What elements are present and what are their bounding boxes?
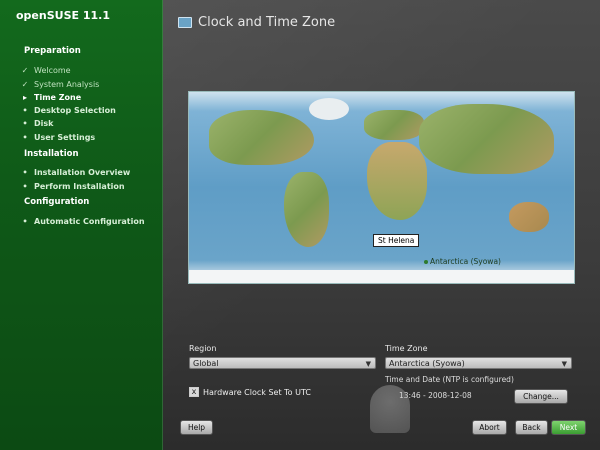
chevron-down-icon: ▼ (365, 360, 371, 368)
watermark-logo (370, 385, 410, 433)
step-label: System Analysis (34, 80, 100, 89)
current-datetime: 13:46 - 2008-12-08 (399, 391, 472, 400)
world-map[interactable] (188, 91, 575, 284)
time-date-status: Time and Date (NTP is configured) (385, 375, 514, 384)
selected-location-marker (424, 260, 428, 264)
bullet-icon: • (22, 119, 28, 128)
greenland-landmass (309, 98, 349, 120)
step-disk[interactable]: • Disk (20, 119, 53, 128)
abort-button[interactable]: Abort (472, 420, 507, 435)
europe-landmass (364, 110, 424, 140)
antarctica-landmass (189, 270, 574, 283)
asia-landmass (419, 104, 554, 174)
page-header: Clock and Time Zone (178, 15, 335, 30)
installer-sidebar: openSUSE 11.1 Preparation ✓ Welcome ✓ Sy… (0, 0, 163, 450)
step-label: Installation Overview (34, 168, 131, 177)
bullet-icon: • (22, 133, 28, 142)
africa-landmass (367, 142, 427, 220)
page-title: Clock and Time Zone (198, 15, 336, 30)
back-button[interactable]: Back (515, 420, 548, 435)
step-welcome[interactable]: ✓ Welcome (20, 66, 71, 75)
timezone-label: Time Zone (385, 344, 428, 353)
step-label: User Settings (34, 133, 96, 142)
section-preparation: Preparation (24, 46, 81, 56)
selected-location-label: Antarctica (Syowa) (430, 257, 501, 266)
change-datetime-button[interactable]: Change... (514, 389, 568, 404)
step-time-zone[interactable]: ▸ Time Zone (20, 93, 81, 102)
step-desktop-selection[interactable]: • Desktop Selection (20, 106, 116, 115)
bullet-icon: • (22, 217, 28, 226)
current-arrow-icon: ▸ (22, 93, 27, 102)
region-select[interactable]: Global ▼ (189, 357, 376, 369)
timezone-select[interactable]: Antarctica (Syowa) ▼ (385, 357, 572, 369)
section-configuration: Configuration (24, 197, 90, 207)
checkbox-box[interactable]: x (189, 387, 199, 397)
brand-title: openSUSE 11.1 (16, 9, 110, 22)
check-icon: ✓ (21, 80, 29, 89)
bullet-icon: • (22, 168, 28, 177)
north-america-landmass (209, 110, 314, 165)
section-installation: Installation (24, 149, 79, 159)
step-perform-installation[interactable]: • Perform Installation (20, 182, 125, 191)
step-system-analysis[interactable]: ✓ System Analysis (20, 80, 100, 89)
step-label: Perform Installation (34, 182, 125, 191)
australia-landmass (509, 202, 549, 232)
check-icon: ✓ (21, 66, 29, 75)
step-user-settings[interactable]: • User Settings (20, 133, 95, 142)
step-label: Welcome (34, 66, 71, 75)
bullet-icon: • (22, 182, 28, 191)
step-label: Time Zone (34, 93, 82, 102)
next-button[interactable]: Next (551, 420, 586, 435)
location-callout: St Helena (373, 234, 420, 247)
step-installation-overview[interactable]: • Installation Overview (20, 168, 130, 177)
region-value: Global (193, 359, 219, 368)
bullet-icon: • (22, 106, 28, 115)
chevron-down-icon: ▼ (561, 360, 567, 368)
step-label: Automatic Configuration (34, 217, 145, 226)
hardware-clock-utc-checkbox[interactable]: x Hardware Clock Set To UTC (189, 387, 311, 397)
timezone-value: Antarctica (Syowa) (389, 359, 465, 368)
region-label: Region (189, 344, 217, 353)
step-automatic-configuration[interactable]: • Automatic Configuration (20, 217, 145, 226)
help-button[interactable]: Help (180, 420, 213, 435)
hardware-clock-label: Hardware Clock Set To UTC (203, 387, 311, 397)
step-label: Disk (34, 119, 54, 128)
timezone-map-icon (178, 17, 192, 28)
step-label: Desktop Selection (34, 106, 116, 115)
south-america-landmass (284, 172, 329, 247)
